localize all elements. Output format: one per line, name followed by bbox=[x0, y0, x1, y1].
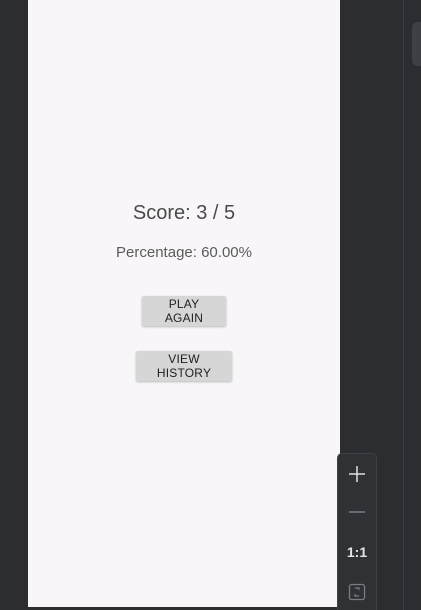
zoom-controls: 1:1 bbox=[337, 453, 377, 610]
device-screen: Score: 3 / 5 Percentage: 60.00% PLAY AGA… bbox=[28, 0, 340, 607]
minus-icon bbox=[349, 511, 365, 513]
score-text: Score: 3 / 5 bbox=[132, 202, 236, 224]
side-panel-tab[interactable] bbox=[412, 22, 421, 66]
view-history-button[interactable]: VIEW HISTORY bbox=[136, 351, 232, 381]
zoom-reset-label: 1:1 bbox=[346, 544, 368, 560]
plus-icon bbox=[349, 466, 365, 482]
zoom-out-button[interactable] bbox=[338, 494, 376, 530]
zoom-fit-button[interactable] bbox=[338, 574, 376, 610]
zoom-in-button[interactable] bbox=[338, 456, 376, 492]
quiz-result-screen: Score: 3 / 5 Percentage: 60.00% PLAY AGA… bbox=[28, 0, 340, 607]
zoom-reset-button[interactable]: 1:1 bbox=[338, 534, 376, 570]
panel-divider bbox=[403, 0, 404, 610]
emulator-viewport: Score: 3 / 5 Percentage: 60.00% PLAY AGA… bbox=[0, 0, 421, 610]
play-again-button[interactable]: PLAY AGAIN bbox=[142, 296, 226, 326]
fit-screen-icon bbox=[348, 583, 366, 601]
percentage-text: Percentage: 60.00% bbox=[116, 244, 252, 261]
